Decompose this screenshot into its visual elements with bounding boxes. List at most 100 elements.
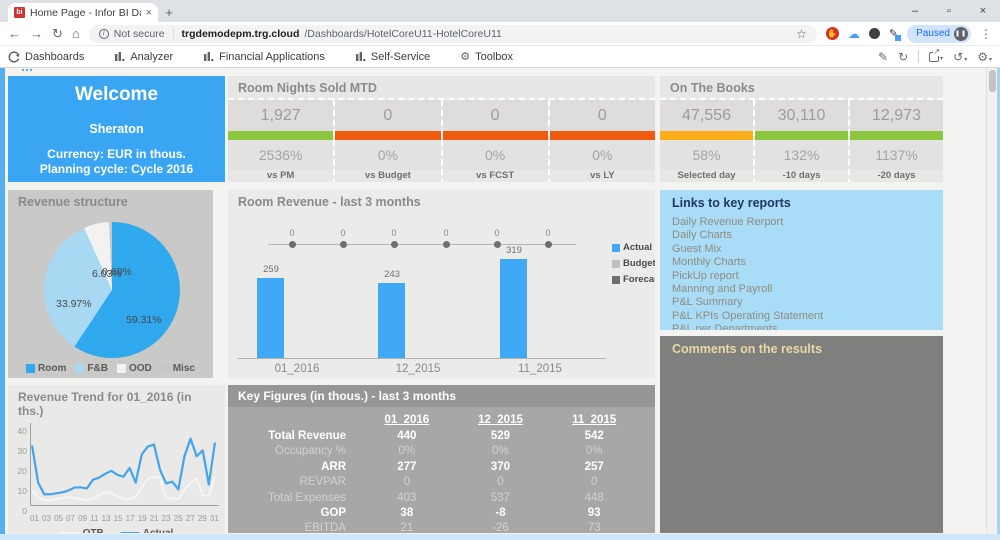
bookmark-star-icon[interactable]: ☆ [796,27,807,41]
dark-extension-icon[interactable] [868,28,880,39]
scrollbar-thumb[interactable] [989,70,996,92]
report-link[interactable]: Daily Revenue Rerport [660,216,943,229]
column-header[interactable]: 01_2016 [360,411,454,429]
menu-item-label: Financial Applications [219,50,325,63]
kpi-tile: 0 0% vs FCST [440,100,548,182]
x-tick-label: 19 [137,514,147,523]
menu-item-financial-applications[interactable]: Financial Applications [203,51,325,63]
report-link[interactable]: Monthly Charts [660,256,943,269]
zero-series-label: 0 [443,228,449,238]
kpi-value: 0 [549,100,655,131]
report-link[interactable]: Daily Charts [660,229,943,242]
table-cell: -26 [492,522,509,533]
pie-slice-label: 33.97% [56,298,92,310]
menu-item-label: Analyzer [130,50,174,63]
row-label: Occupancy % [275,445,346,458]
currency-line: Currency: EUR in thous. [47,147,186,161]
legend-label: F&B [87,363,108,374]
widget-title: On The Books [670,81,755,95]
table-cell: 0% [585,445,603,458]
links-title: Links to key reports [672,196,791,210]
minimize-button[interactable]: – [898,0,932,22]
report-link[interactable]: P&L Summary [660,296,943,309]
zero-series-label: 0 [289,228,295,238]
pie-graphic [44,222,180,358]
tab-title: Home Page - Infor BI Dashboard [30,6,141,19]
kpi-percent: 0% [335,140,441,170]
tab-close-icon[interactable]: × [146,7,152,19]
toolbar-divider [918,50,920,63]
column-header[interactable]: 12_2015 [454,411,548,429]
row-label: GOP [320,507,346,520]
forward-arrow-icon[interactable]: → [30,27,43,40]
menu-item-toolbox[interactable]: ⚙ Toolbox [460,51,513,63]
kpi-tile: 12,973 1137% -20 days [848,100,943,182]
table-cell: 21 [400,522,414,533]
tab-strip: bi Home Page - Infor BI Dashboard × + – … [0,0,1000,22]
address-bar[interactable]: i Not secure trgdemodepm.trg.cloud /Dash… [88,24,817,43]
kpi-label: vs FCST [476,170,515,181]
back-arrow-icon[interactable]: ← [8,27,21,40]
reload-icon[interactable]: ↻ [52,27,63,40]
profile-paused-pill[interactable]: Paused ❚❚ [907,24,971,43]
maximize-button[interactable]: ▫ [932,0,966,22]
menu-item-self-service[interactable]: Self-Service [355,51,430,63]
kebab-menu-icon[interactable]: ⋮ [980,27,992,41]
column-header[interactable]: 11_2015 [547,411,641,429]
menu-item-dashboards[interactable]: Dashboards [8,51,84,63]
new-tab-button[interactable]: + [158,3,180,22]
row-label: ARR [321,460,346,473]
refresh-icon[interactable]: ↻ [898,51,908,63]
share-icon[interactable]: ▾ [929,47,943,62]
x-tick-label: 29 [197,514,207,523]
welcome-title: Welcome [74,84,159,105]
links-panel: Links to key reports Daily Revenue Rerpo… [660,190,943,330]
x-axis-labels: 01 03 05 07 09 11 13 15 17 19 21 23 25 27 29 31 [30,512,219,523]
cloud-extension-icon[interactable]: ☁ [848,28,860,40]
edit-pencil-icon[interactable]: ✎ [878,51,888,63]
menu-item-label: Toolbox [475,50,514,63]
page-scrollbar[interactable] [986,68,997,540]
browser-tab[interactable]: bi Home Page - Infor BI Dashboard × [8,3,158,22]
url-domain: trgdemodepm.trg.cloud [181,27,300,40]
settings-gear-icon[interactable]: ⚙ ▾ [977,51,992,63]
table-cell: 277 [397,460,417,473]
legend-swatch [160,364,170,373]
table-cell: 73 [587,522,601,533]
x-tick-label: 15 [113,514,123,523]
kpi-value: 0 [442,100,548,131]
kpi-value: 1,927 [228,100,334,131]
history-icon[interactable]: ↺ ▾ [953,51,967,63]
report-link[interactable]: PickUp report [660,270,943,283]
kpi-label: vs LY [590,170,615,181]
table-cell: 38 [400,507,414,520]
kpi-label: Selected day [677,170,736,181]
menu-item-analyzer[interactable]: Analyzer [114,51,173,63]
close-button[interactable]: × [966,0,1000,22]
zero-series-dot [443,241,450,248]
address-toolbar: ← → ↻ ⌂ i Not secure trgdemodepm.trg.clo… [0,22,1000,46]
legend-item: Forecast [612,274,655,285]
home-icon[interactable]: ⌂ [72,27,80,40]
report-link[interactable]: Manning and Payroll [660,283,943,296]
report-link[interactable]: Guest Mix [660,243,943,256]
zero-series-label: 0 [391,228,397,238]
x-tick-label: 27 [185,514,195,523]
report-link[interactable]: P&L per Departments [660,323,943,330]
table-cell: 403 [397,491,417,504]
actual-bar [500,259,527,358]
report-link[interactable]: P&L KPIs Operating Statement [660,310,943,323]
legend-item: Actual [119,528,173,533]
bar-value-label: 243 [384,269,400,280]
table-cell: 0 [590,476,598,489]
category-label: 01_2016 [274,363,320,375]
comments-panel[interactable]: Comments on the results [660,336,943,533]
kpi-value: 12,973 [850,100,943,131]
info-icon[interactable]: i [98,28,109,39]
y-axis-labels: 40 30 20 10 0 [14,423,30,516]
legend-swatch [119,532,140,533]
legend-swatch [612,259,620,268]
red-extension-icon[interactable]: ✋ [825,27,839,40]
security-label: Not secure [113,27,165,40]
pen-extension-icon[interactable]: ✎ [889,27,902,41]
